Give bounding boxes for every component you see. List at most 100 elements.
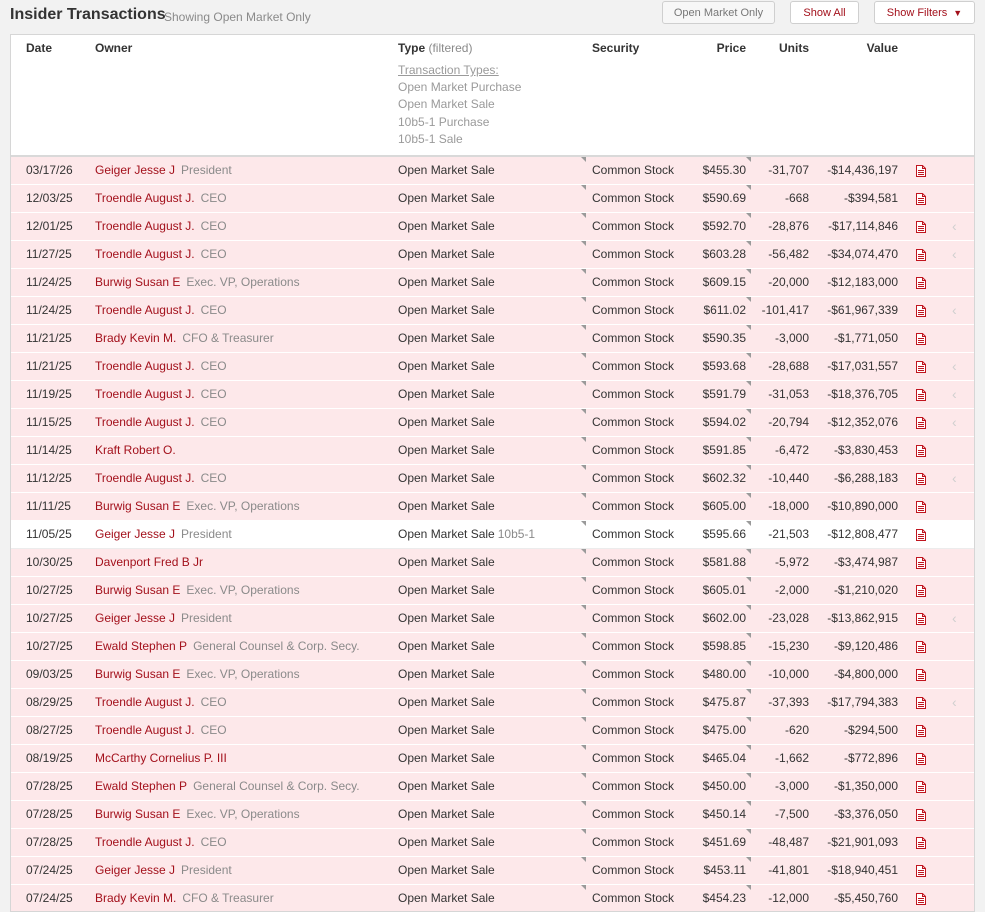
chevron-left-icon[interactable]: ‹ xyxy=(952,409,957,436)
chevron-left-icon[interactable]: ‹ xyxy=(952,241,957,268)
document-icon[interactable] xyxy=(916,361,926,373)
cell-owner[interactable]: Burwig Susan E Exec. VP, Operations xyxy=(95,661,300,688)
column-owner[interactable]: Owner xyxy=(95,41,132,55)
document-icon[interactable] xyxy=(916,417,926,429)
document-icon[interactable] xyxy=(916,613,926,625)
cell-owner[interactable]: McCarthy Cornelius P. III xyxy=(95,745,227,772)
owner-name[interactable]: Ewald Stephen P xyxy=(95,779,187,793)
document-icon[interactable] xyxy=(916,585,926,597)
table-row[interactable]: 11/14/25 Kraft Robert O. Open Market Sale C… xyxy=(11,437,974,465)
cell-owner[interactable]: Troendle August J. CEO xyxy=(95,829,227,856)
chevron-left-icon[interactable]: ‹ xyxy=(952,465,957,492)
document-icon[interactable] xyxy=(916,445,926,457)
cell-owner[interactable]: Brady Kevin M. CFO & Treasurer xyxy=(95,325,274,352)
owner-name[interactable]: Troendle August J. xyxy=(95,303,195,317)
table-row[interactable]: 08/27/25 Troendle August J. CEO Open Market… xyxy=(11,717,974,745)
cell-owner[interactable]: Troendle August J. CEO xyxy=(95,241,227,268)
cell-owner[interactable]: Troendle August J. CEO xyxy=(95,353,227,380)
chevron-left-icon[interactable]: ‹ xyxy=(952,689,957,716)
table-row[interactable]: 07/28/25 Ewald Stephen P General Counsel &… xyxy=(11,773,974,801)
owner-name[interactable]: McCarthy Cornelius P. III xyxy=(95,751,227,765)
owner-name[interactable]: Ewald Stephen P xyxy=(95,639,187,653)
transaction-type-option[interactable]: Open Market Purchase xyxy=(398,80,521,94)
table-row[interactable]: 11/05/25 Geiger Jesse J President Open Mark… xyxy=(11,521,974,549)
table-row[interactable]: 11/21/25 Troendle August J. CEO Open Market… xyxy=(11,353,974,381)
cell-owner[interactable]: Troendle August J. CEO xyxy=(95,185,227,212)
table-row[interactable]: 08/29/25 Troendle August J. CEO Open Market… xyxy=(11,689,974,717)
document-icon[interactable] xyxy=(916,781,926,793)
owner-name[interactable]: Troendle August J. xyxy=(95,415,195,429)
document-icon[interactable] xyxy=(916,165,926,177)
table-row[interactable]: 10/27/25 Ewald Stephen P General Counsel &… xyxy=(11,633,974,661)
column-date[interactable]: Date xyxy=(26,41,52,55)
cell-owner[interactable]: Troendle August J. CEO xyxy=(95,689,227,716)
table-row[interactable]: 11/21/25 Brady Kevin M. CFO & Treasurer Ope… xyxy=(11,325,974,353)
column-units[interactable]: Units xyxy=(779,41,809,55)
table-row[interactable]: 11/11/25 Burwig Susan E Exec. VP, Operatio… xyxy=(11,493,974,521)
owner-name[interactable]: Troendle August J. xyxy=(95,471,195,485)
owner-name[interactable]: Geiger Jesse J xyxy=(95,527,175,541)
chevron-left-icon[interactable]: ‹ xyxy=(952,353,957,380)
table-row[interactable]: 07/28/25 Burwig Susan E Exec. VP, Operatio… xyxy=(11,801,974,829)
document-icon[interactable] xyxy=(916,641,926,653)
owner-name[interactable]: Burwig Susan E xyxy=(95,583,180,597)
table-row[interactable]: 08/19/25 McCarthy Cornelius P. III Open Ma… xyxy=(11,745,974,773)
cell-owner[interactable]: Ewald Stephen P General Counsel & Corp. S… xyxy=(95,773,360,800)
transaction-type-option[interactable]: 10b5-1 Sale xyxy=(398,132,463,146)
table-row[interactable]: 11/12/25 Troendle August J. CEO Open Market… xyxy=(11,465,974,493)
owner-name[interactable]: Burwig Susan E xyxy=(95,807,180,821)
cell-owner[interactable]: Geiger Jesse J President xyxy=(95,605,232,632)
owner-name[interactable]: Burwig Susan E xyxy=(95,275,180,289)
table-row[interactable]: 11/27/25 Troendle August J. CEO Open Market… xyxy=(11,241,974,269)
table-row[interactable]: 11/15/25 Troendle August J. CEO Open Market… xyxy=(11,409,974,437)
owner-name[interactable]: Geiger Jesse J xyxy=(95,163,175,177)
owner-name[interactable]: Troendle August J. xyxy=(95,359,195,373)
document-icon[interactable] xyxy=(916,333,926,345)
cell-owner[interactable]: Ewald Stephen P General Counsel & Corp. S… xyxy=(95,633,360,660)
cell-owner[interactable]: Troendle August J. CEO xyxy=(95,381,227,408)
table-row[interactable]: 07/24/25 Geiger Jesse J President Open Mark… xyxy=(11,857,974,885)
document-icon[interactable] xyxy=(916,893,926,905)
cell-owner[interactable]: Brady Kevin M. CFO & Treasurer xyxy=(95,885,274,911)
document-icon[interactable] xyxy=(916,697,926,709)
owner-name[interactable]: Troendle August J. xyxy=(95,835,195,849)
cell-owner[interactable]: Kraft Robert O. xyxy=(95,437,176,464)
owner-name[interactable]: Troendle August J. xyxy=(95,723,195,737)
transaction-type-option[interactable]: Open Market Sale xyxy=(398,97,495,111)
table-row[interactable]: 12/03/25 Troendle August J. CEO Open Market… xyxy=(11,185,974,213)
owner-name[interactable]: Troendle August J. xyxy=(95,695,195,709)
cell-owner[interactable]: Burwig Susan E Exec. VP, Operations xyxy=(95,577,300,604)
document-icon[interactable] xyxy=(916,809,926,821)
column-security[interactable]: Security xyxy=(592,41,639,55)
table-row[interactable]: 03/17/26 Geiger Jesse J President Open Mark… xyxy=(11,157,974,185)
cell-owner[interactable]: Geiger Jesse J President xyxy=(95,521,232,548)
owner-name[interactable]: Geiger Jesse J xyxy=(95,611,175,625)
owner-name[interactable]: Burwig Susan E xyxy=(95,499,180,513)
owner-name[interactable]: Troendle August J. xyxy=(95,387,195,401)
document-icon[interactable] xyxy=(916,557,926,569)
owner-name[interactable]: Troendle August J. xyxy=(95,191,195,205)
table-row[interactable]: 12/01/25 Troendle August J. CEO Open Market… xyxy=(11,213,974,241)
table-row[interactable]: 10/27/25 Burwig Susan E Exec. VP, Operatio… xyxy=(11,577,974,605)
owner-name[interactable]: Burwig Susan E xyxy=(95,667,180,681)
document-icon[interactable] xyxy=(916,473,926,485)
cell-owner[interactable]: Troendle August J. CEO xyxy=(95,409,227,436)
table-row[interactable]: 11/24/25 Burwig Susan E Exec. VP, Operatio… xyxy=(11,269,974,297)
show-all-button[interactable]: Show All xyxy=(790,1,859,24)
document-icon[interactable] xyxy=(916,529,926,541)
cell-owner[interactable]: Geiger Jesse J President xyxy=(95,157,232,184)
owner-name[interactable]: Brady Kevin M. xyxy=(95,331,176,345)
cell-owner[interactable]: Troendle August J. CEO xyxy=(95,717,227,744)
chevron-left-icon[interactable]: ‹ xyxy=(952,381,957,408)
open-market-only-button[interactable]: Open Market Only xyxy=(662,1,775,24)
cell-owner[interactable]: Troendle August J. CEO xyxy=(95,213,227,240)
owner-name[interactable]: Geiger Jesse J xyxy=(95,863,175,877)
document-icon[interactable] xyxy=(916,753,926,765)
table-row[interactable]: 09/03/25 Burwig Susan E Exec. VP, Operatio… xyxy=(11,661,974,689)
cell-owner[interactable]: Geiger Jesse J President xyxy=(95,857,232,884)
chevron-left-icon[interactable]: ‹ xyxy=(952,213,957,240)
table-row[interactable]: 07/24/25 Brady Kevin M. CFO & Treasurer Ope… xyxy=(11,885,974,911)
cell-owner[interactable]: Davenport Fred B Jr xyxy=(95,549,203,576)
column-value[interactable]: Value xyxy=(867,41,898,55)
document-icon[interactable] xyxy=(916,837,926,849)
